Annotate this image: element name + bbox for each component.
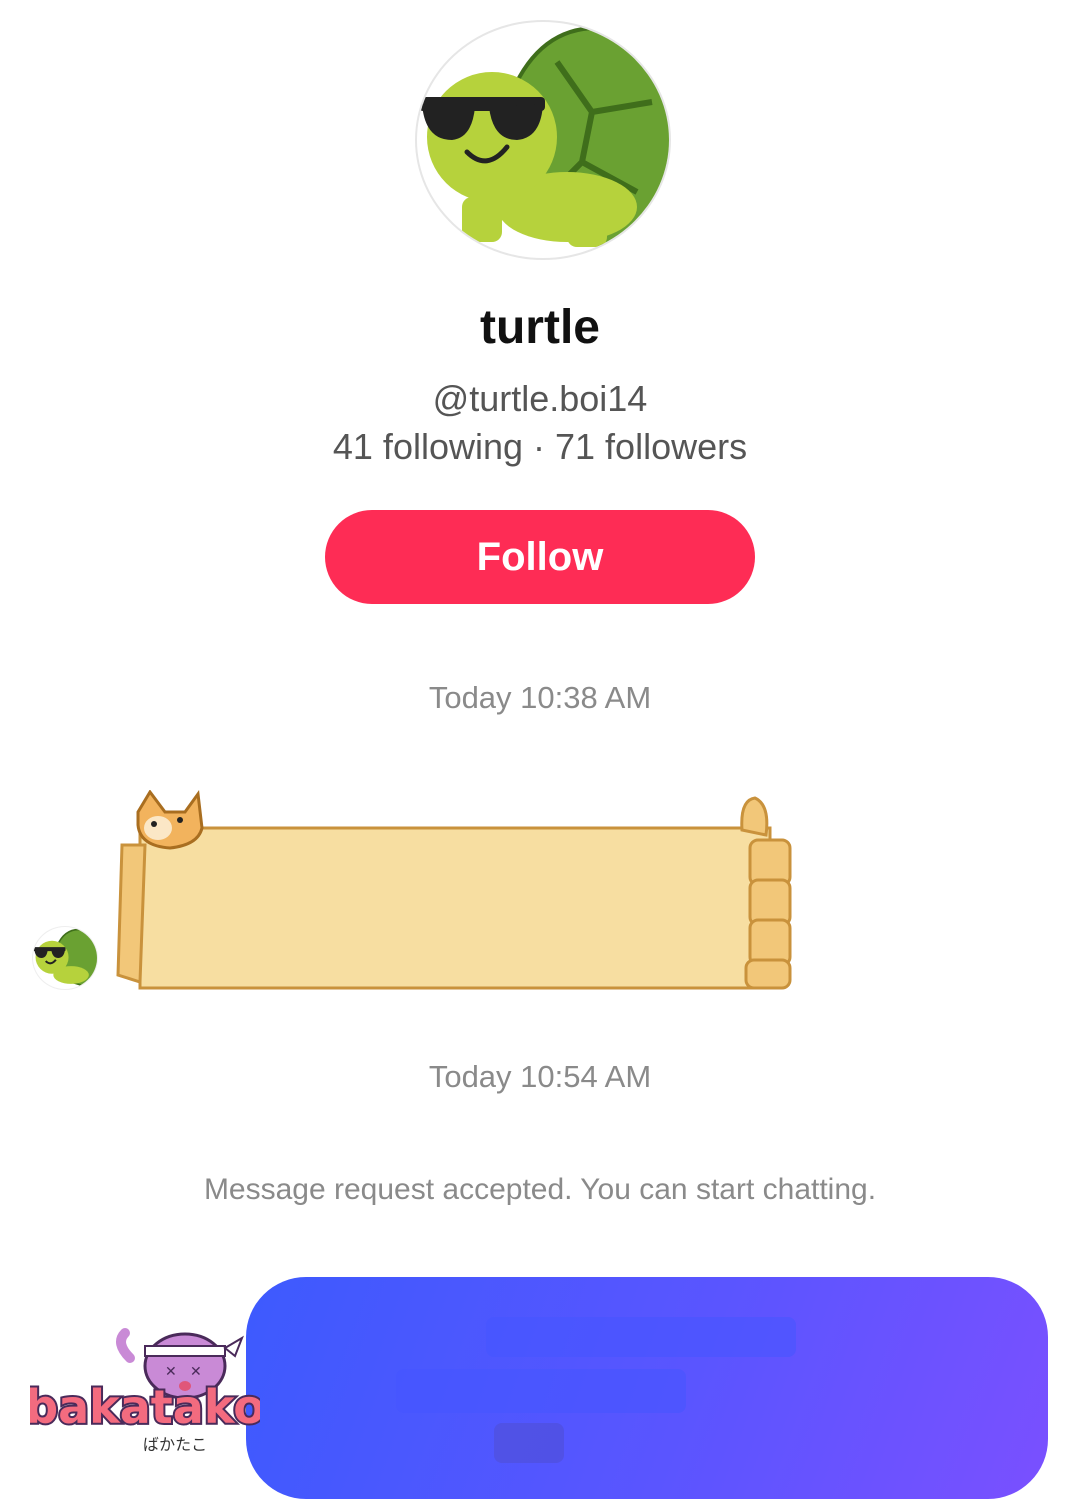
message-timestamp: Today 10:38 AM (428, 680, 652, 715)
sender-avatar[interactable] (32, 926, 98, 990)
profile-handle: @turtle.boi14 (432, 378, 648, 419)
octopus-logo-icon: ✕ ✕ bakatako ばかたこ (23, 1328, 267, 1454)
doge-sticker-message[interactable] (110, 789, 800, 995)
system-message: Message request accepted. You can start … (203, 1173, 877, 1206)
message-timestamp: Today 10:54 AM (428, 1059, 652, 1094)
follow-button[interactable]: Follow (325, 510, 755, 604)
redacted-text (396, 1369, 686, 1413)
bakatako-logo: ✕ ✕ bakatako ばかたこ (23, 1328, 267, 1478)
turtle-avatar-icon (33, 928, 97, 986)
redacted-text (494, 1423, 564, 1463)
svg-text:ばかたこ: ばかたこ (143, 1435, 207, 1454)
profile-name: turtle (480, 301, 600, 354)
svg-text:✕: ✕ (190, 1364, 202, 1380)
long-doge-sticker-icon (116, 789, 792, 990)
svg-text:bakatako: bakatako (30, 1380, 260, 1434)
svg-text:✕: ✕ (165, 1364, 177, 1380)
profile-avatar[interactable] (415, 20, 671, 260)
outgoing-message-bubble[interactable] (246, 1277, 1048, 1499)
profile-stats: 41 following · 71 followers (332, 426, 748, 467)
turtle-avatar-icon (419, 26, 669, 250)
redacted-text (486, 1317, 796, 1357)
